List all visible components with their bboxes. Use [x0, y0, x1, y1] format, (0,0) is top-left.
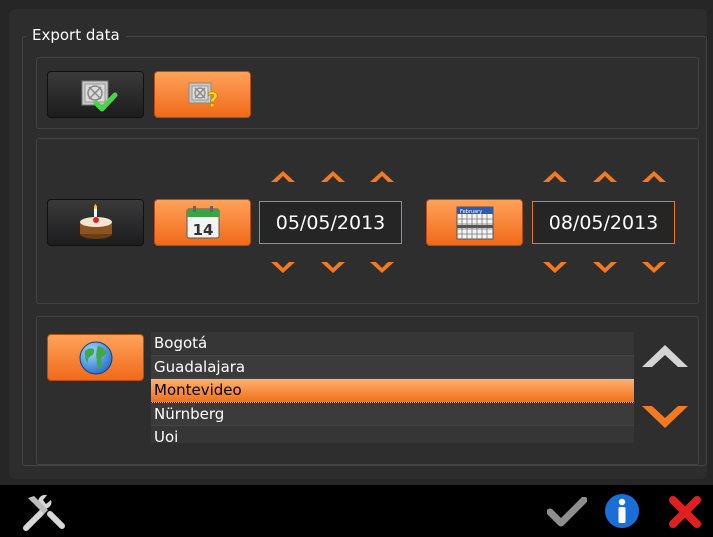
svg-text:?: ?: [207, 88, 219, 112]
list-scroll-up-icon[interactable]: [640, 343, 690, 371]
start-day-up-chevron-icon[interactable]: [270, 169, 296, 185]
end-year-down-chevron-icon[interactable]: [641, 259, 667, 275]
list-item[interactable]: Uoi: [151, 426, 634, 443]
end-month-down-chevron-icon[interactable]: [592, 259, 618, 275]
list-scroll-down-icon[interactable]: [640, 402, 690, 430]
start-month-up-chevron-icon[interactable]: [320, 169, 346, 185]
location-globe-button[interactable]: [47, 334, 144, 381]
end-date-calendar-button[interactable]: February: [426, 199, 523, 246]
info-icon[interactable]: [604, 493, 640, 529]
start-year-down-chevron-icon[interactable]: [369, 259, 395, 275]
svg-text:14: 14: [192, 221, 213, 239]
export-verified-button[interactable]: [47, 71, 144, 118]
start-year-up-chevron-icon[interactable]: [369, 169, 395, 185]
checkmark-icon[interactable]: [547, 497, 587, 527]
month-calendar-icon: February: [456, 206, 493, 239]
start-date-calendar-button[interactable]: 14: [154, 199, 251, 246]
export-unverified-button[interactable]: ?: [154, 71, 251, 118]
end-day-up-chevron-icon[interactable]: [542, 169, 568, 185]
dialog-title: Export data: [26, 26, 126, 44]
footer-bar: [0, 485, 713, 537]
end-day-down-chevron-icon[interactable]: [542, 259, 568, 275]
cake-icon: [79, 203, 112, 239]
close-icon[interactable]: [667, 494, 703, 530]
tools-icon[interactable]: [22, 492, 66, 532]
list-item[interactable]: Nürnberg: [151, 402, 634, 426]
svg-text:February: February: [460, 209, 482, 215]
city-list[interactable]: Bogotá Guadalajara Montevideo Nürnberg U…: [151, 332, 634, 443]
end-year-up-chevron-icon[interactable]: [641, 169, 667, 185]
start-month-down-chevron-icon[interactable]: [320, 259, 346, 275]
drive-question-icon: ?: [188, 82, 219, 112]
list-item-selected[interactable]: Montevideo: [151, 379, 634, 403]
end-date-field[interactable]: 08/05/2013: [532, 201, 675, 244]
end-month-up-chevron-icon[interactable]: [592, 169, 618, 185]
start-date-field[interactable]: 05/05/2013: [259, 201, 402, 244]
calendar-icon: 14: [186, 205, 219, 239]
start-day-down-chevron-icon[interactable]: [270, 259, 296, 275]
list-item[interactable]: Guadalajara: [151, 355, 634, 379]
globe-icon: [79, 341, 112, 374]
list-item[interactable]: Bogotá: [151, 332, 634, 356]
birthday-button[interactable]: [47, 199, 144, 246]
drive-check-icon: [81, 80, 117, 111]
